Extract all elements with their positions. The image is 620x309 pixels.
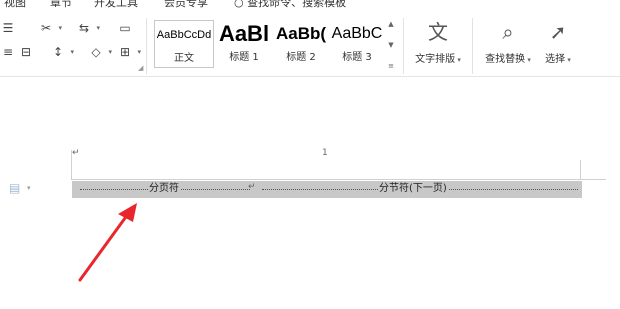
- annotation-arrow: [78, 203, 137, 282]
